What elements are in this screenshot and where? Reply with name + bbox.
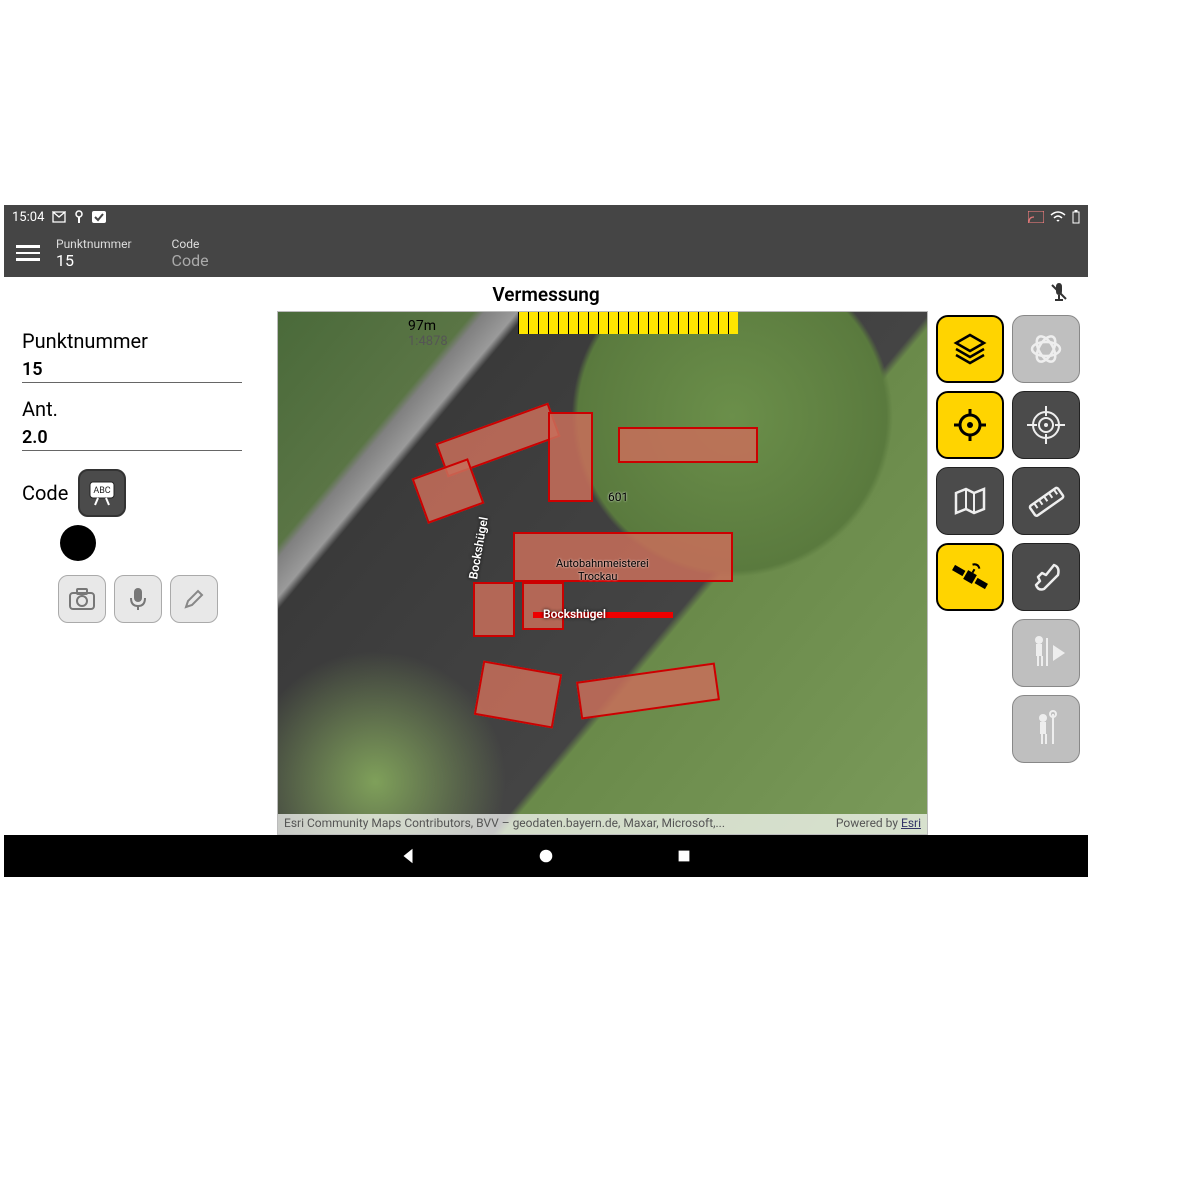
code-label: Code	[22, 481, 68, 505]
map-label-trockau: Trockau	[578, 570, 617, 583]
map-style-button[interactable]	[936, 467, 1004, 535]
tool-palette	[928, 311, 1088, 835]
crosshair-button[interactable]	[1012, 391, 1080, 459]
ruler-button[interactable]	[1012, 467, 1080, 535]
settings-wrench-button[interactable]	[1012, 543, 1080, 611]
map-label-autobahn: Autobahnmeisterei	[556, 557, 649, 570]
surveyor-record-button[interactable]	[1012, 695, 1080, 763]
surveyor-play-button[interactable]	[1012, 619, 1080, 687]
toolbar-punktnummer-field[interactable]: Punktnummer 15	[56, 237, 132, 270]
color-picker[interactable]	[60, 525, 96, 561]
status-time: 15:04	[12, 210, 44, 225]
nav-recents-button[interactable]	[675, 847, 693, 865]
page-title: Vermessung	[492, 283, 599, 306]
map-attribution: Esri Community Maps Contributors, BVV – …	[278, 814, 927, 834]
camera-button[interactable]	[58, 575, 106, 623]
building-outline	[548, 412, 593, 502]
map-street-label: Bockshügel	[543, 607, 606, 621]
powered-by: Powered by Esri	[836, 816, 921, 832]
building-outline	[473, 582, 515, 637]
center-target-button[interactable]	[936, 391, 1004, 459]
building-outline	[522, 582, 564, 630]
map-view[interactable]: 97m 1:4878 601 Autobahnmeisterei Trockau…	[277, 311, 928, 835]
check-icon	[92, 211, 106, 223]
page-title-row: Vermessung	[4, 277, 1088, 311]
svg-text:ABC: ABC	[94, 486, 111, 496]
menu-button[interactable]	[16, 245, 40, 261]
esri-link[interactable]: Esri	[901, 816, 921, 830]
mic-mute-icon[interactable]	[1048, 281, 1070, 303]
toolbar-code-label: Code	[172, 237, 209, 251]
edit-button[interactable]	[170, 575, 218, 623]
ant-label: Ant.	[22, 397, 259, 421]
wifi-icon	[1050, 211, 1066, 223]
nav-home-button[interactable]	[537, 847, 555, 865]
app-toolbar: Punktnummer 15 Code Code	[4, 229, 1088, 277]
android-navbar	[4, 835, 1088, 877]
gmail-icon	[52, 211, 66, 223]
main-area: Punktnummer Ant. Code ABC	[4, 311, 1088, 835]
toolbar-punktnummer-value: 15	[56, 251, 132, 270]
map-label-601: 601	[608, 490, 628, 504]
left-sidebar: Punktnummer Ant. Code ABC	[4, 311, 277, 835]
ruler-overlay	[518, 312, 738, 334]
android-statusbar: 15:04	[4, 205, 1088, 229]
nav-back-button[interactable]	[399, 847, 417, 865]
attribution-text: Esri Community Maps Contributors, BVV – …	[284, 816, 725, 832]
building-outline	[618, 427, 758, 463]
battery-icon	[1072, 210, 1080, 224]
punktnummer-label: Punktnummer	[22, 329, 259, 353]
map-scale-ratio: 1:4878	[408, 334, 448, 349]
toolbar-code-placeholder: Code	[172, 251, 209, 270]
map-scale-distance: 97m	[408, 318, 436, 334]
toolbar-punktnummer-label: Punktnummer	[56, 237, 132, 251]
satellite-button[interactable]	[936, 543, 1004, 611]
punktnummer-input[interactable]	[22, 357, 242, 383]
key-icon	[74, 210, 84, 224]
ant-input[interactable]	[22, 425, 242, 451]
code-select-button[interactable]: ABC	[78, 469, 126, 517]
layers-button[interactable]	[936, 315, 1004, 383]
cast-icon	[1028, 211, 1044, 223]
app-screen: 15:04 Punktnummer	[4, 205, 1088, 877]
orbit-button[interactable]	[1012, 315, 1080, 383]
microphone-button[interactable]	[114, 575, 162, 623]
toolbar-code-field[interactable]: Code Code	[172, 237, 209, 270]
